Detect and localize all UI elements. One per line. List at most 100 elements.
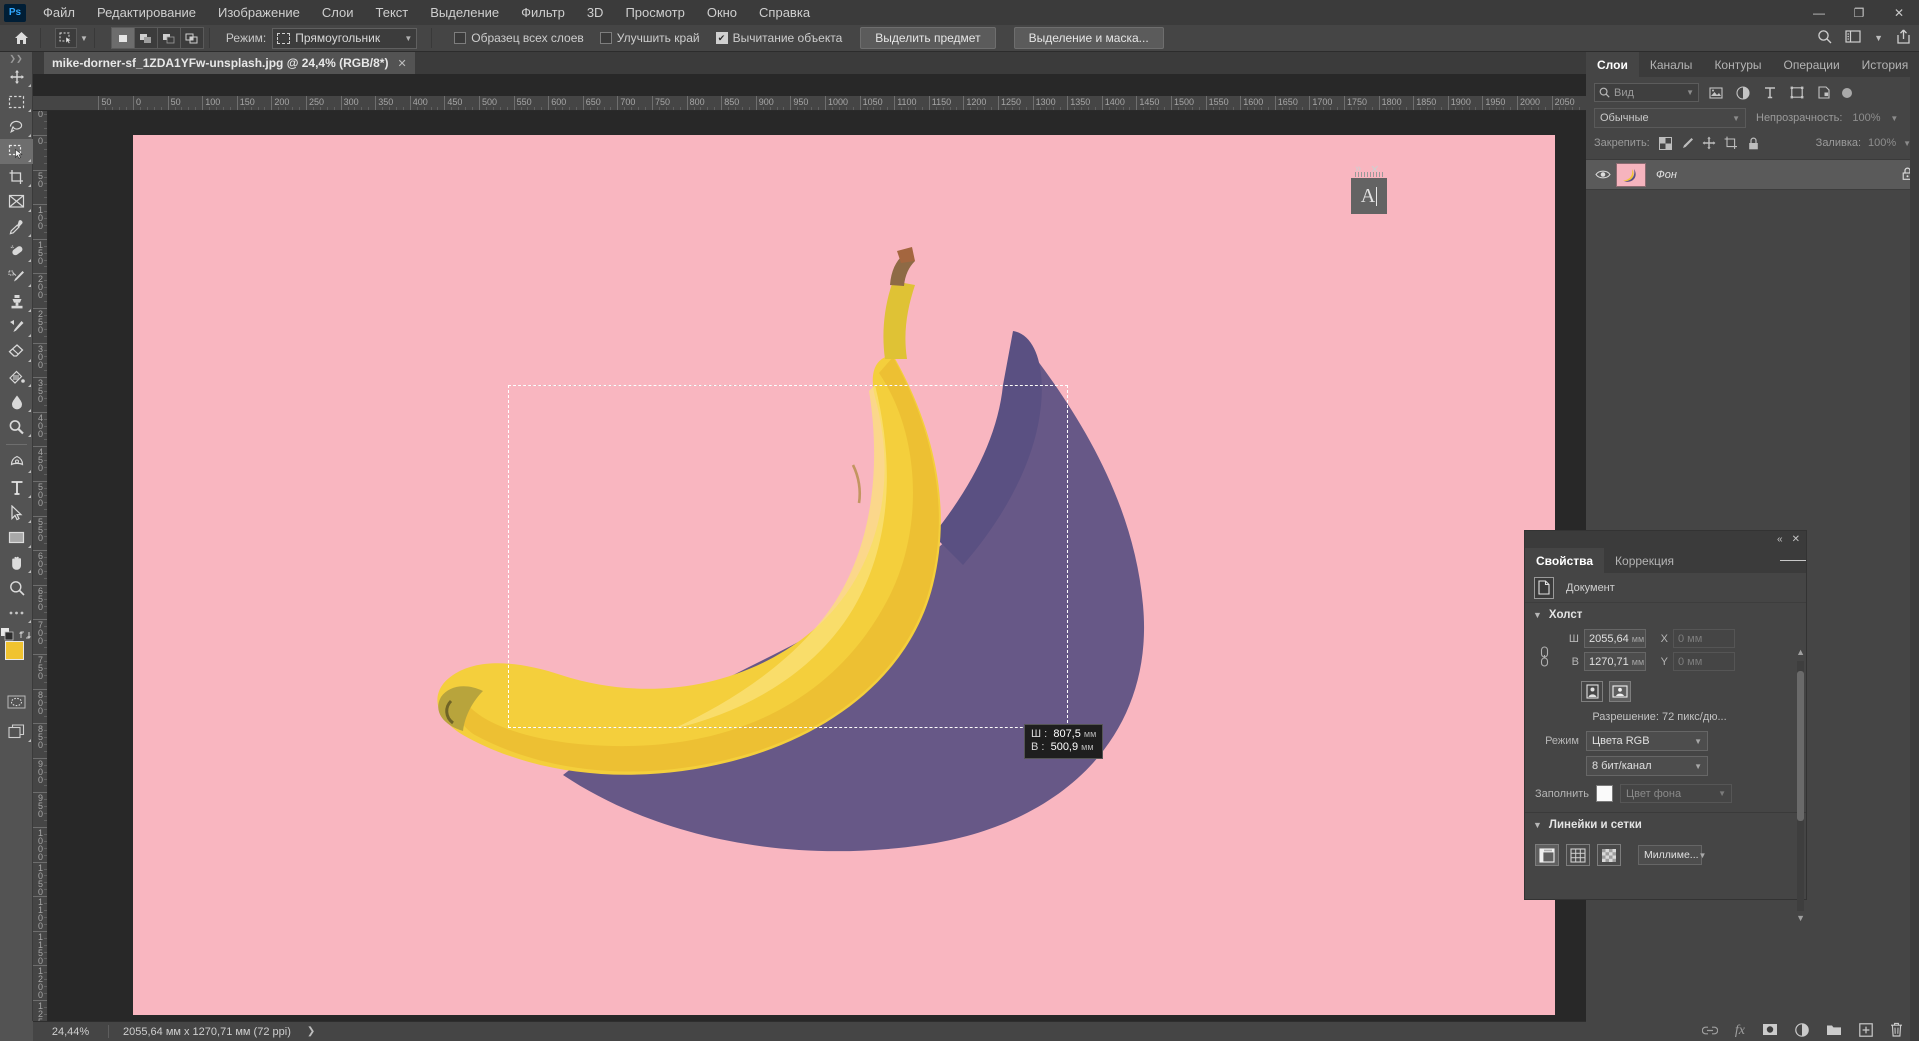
restore-button[interactable]: ❐	[1839, 0, 1879, 25]
object-subtract-checkbox[interactable]: ✔ Вычитание объекта	[715, 31, 842, 45]
tab-layers[interactable]: Слои	[1586, 52, 1639, 77]
refine-edge-checkbox[interactable]: Улучшить край	[599, 31, 700, 45]
transparency-grid-icon[interactable]	[1597, 844, 1621, 866]
horizontal-ruler[interactable]: 50 0 50 100 150 200 250 300 350 400 450 500 550 600 65…	[33, 96, 1586, 111]
move-tool[interactable]	[0, 64, 33, 89]
edit-toolbar-button[interactable]	[0, 600, 33, 625]
collapse-icon[interactable]: «	[1777, 534, 1783, 545]
properties-scrollbar[interactable]	[1797, 661, 1804, 911]
blur-tool[interactable]	[0, 389, 33, 414]
canvas-width-input[interactable]: 2055,64 мм	[1584, 629, 1646, 648]
delete-layer-icon[interactable]	[1890, 1022, 1903, 1040]
units-select[interactable]: Миллиме... ▼	[1638, 845, 1706, 865]
canvas-y-input[interactable]: 0 мм	[1673, 652, 1735, 671]
new-selection-button[interactable]	[110, 27, 135, 49]
close-button[interactable]: ✕	[1879, 0, 1919, 25]
minimize-button[interactable]: —	[1799, 0, 1839, 25]
clone-stamp-tool[interactable]	[0, 289, 33, 314]
history-brush-tool[interactable]	[0, 314, 33, 339]
floating-box-grip[interactable]	[1355, 172, 1383, 177]
tab-properties[interactable]: Свойства	[1525, 548, 1605, 573]
lock-all-icon[interactable]	[1744, 134, 1763, 152]
sample-all-layers-checkbox[interactable]: Образец всех слоев	[454, 31, 584, 45]
menu-layers[interactable]: Слои	[311, 0, 365, 25]
scroll-up-icon[interactable]: ▲	[1796, 647, 1805, 657]
select-and-mask-button[interactable]: Выделение и маска...	[1013, 27, 1164, 49]
canvas-height-input[interactable]: 1270,71 мм	[1584, 652, 1646, 671]
fill-color-swatch[interactable]	[1596, 785, 1613, 802]
intersect-selection-button[interactable]	[179, 27, 204, 49]
menu-view[interactable]: Просмотр	[614, 0, 695, 25]
new-group-icon[interactable]	[1826, 1023, 1842, 1039]
layer-style-icon[interactable]: fx	[1735, 1023, 1745, 1039]
shape-filter-icon[interactable]	[1786, 83, 1807, 102]
tab-adjustments[interactable]: Коррекция	[1604, 548, 1685, 573]
tab-history[interactable]: История	[1851, 52, 1919, 77]
layer-mask-icon[interactable]	[1762, 1023, 1778, 1039]
bit-depth-select[interactable]: 8 бит/канал ▼	[1586, 756, 1708, 776]
hand-tool[interactable]	[0, 550, 33, 575]
marquee-selection[interactable]	[508, 385, 1068, 728]
document-tab[interactable]: mike-dorner-sf_1ZDA1YFw-unsplash.jpg @ 2…	[44, 52, 416, 74]
healing-brush-tool[interactable]	[0, 239, 33, 264]
adjustment-layer-icon[interactable]	[1795, 1022, 1809, 1040]
menu-edit[interactable]: Редактирование	[86, 0, 207, 25]
path-selection-tool[interactable]	[0, 500, 33, 525]
zoom-level[interactable]: 24,44%	[33, 1026, 108, 1038]
link-dimensions-icon[interactable]	[1539, 645, 1550, 670]
add-to-selection-button[interactable]	[133, 27, 158, 49]
adjustment-filter-icon[interactable]	[1732, 83, 1753, 102]
frame-tool[interactable]	[0, 189, 33, 214]
object-selection-tool[interactable]	[0, 139, 33, 164]
menu-3d[interactable]: 3D	[576, 0, 615, 25]
menu-selection[interactable]: Выделение	[419, 0, 510, 25]
canvas-section-header[interactable]: ▼ Холст	[1525, 603, 1806, 627]
smartobject-filter-icon[interactable]	[1813, 83, 1834, 102]
mode-select[interactable]: Прямоугольник ▼	[272, 27, 418, 49]
pen-tool[interactable]	[0, 450, 33, 475]
close-icon[interactable]: ✕	[397, 57, 406, 70]
vertical-ruler[interactable]: 5005010015020025030035040045050055060065…	[33, 111, 48, 1021]
brush-tool[interactable]	[0, 264, 33, 289]
new-layer-icon[interactable]	[1859, 1022, 1873, 1040]
foreground-color-swatch[interactable]	[5, 641, 24, 660]
scrollbar-thumb[interactable]	[1797, 671, 1804, 821]
menu-text[interactable]: Текст	[365, 0, 420, 25]
tab-actions[interactable]: Операции	[1773, 52, 1851, 77]
canvas-x-input[interactable]: 0 мм	[1673, 629, 1735, 648]
menu-help[interactable]: Справка	[748, 0, 821, 25]
menu-filter[interactable]: Фильтр	[510, 0, 576, 25]
link-layers-icon[interactable]	[1701, 1024, 1719, 1038]
canvas-viewport[interactable]	[48, 111, 1586, 1021]
screen-mode-button[interactable]	[0, 719, 33, 744]
gradient-tool[interactable]	[0, 364, 33, 389]
workspace-icon[interactable]	[1845, 30, 1861, 46]
lock-image-icon[interactable]	[1678, 134, 1697, 152]
filter-toggle-switch[interactable]	[1840, 83, 1852, 102]
rulers-section-header[interactable]: ▼ Линейки и сетки	[1525, 813, 1806, 837]
blend-mode-select[interactable]: Обычные ▼	[1594, 108, 1746, 128]
lock-artboard-icon[interactable]	[1722, 134, 1741, 152]
pixel-filter-icon[interactable]	[1705, 83, 1726, 102]
opacity-value[interactable]: 100%	[1848, 109, 1884, 127]
panel-menu-icon[interactable]	[1780, 548, 1807, 573]
table-row[interactable]: Фон	[1586, 160, 1919, 190]
subtract-from-selection-button[interactable]	[156, 27, 181, 49]
menu-window[interactable]: Окно	[696, 0, 748, 25]
status-expand-icon[interactable]: ❯	[307, 1026, 315, 1037]
share-icon[interactable]	[1896, 29, 1911, 47]
layer-visibility-icon[interactable]	[1592, 169, 1614, 180]
type-tool[interactable]	[0, 475, 33, 500]
eyedropper-tool[interactable]	[0, 214, 33, 239]
crop-tool[interactable]	[0, 164, 33, 189]
chevron-down-icon[interactable]: ▼	[1874, 33, 1883, 43]
quick-mask-button[interactable]	[0, 689, 33, 714]
landscape-orientation-button[interactable]	[1609, 681, 1631, 702]
search-icon[interactable]	[1817, 29, 1832, 47]
image-canvas[interactable]	[133, 135, 1555, 1015]
lasso-tool[interactable]	[0, 114, 33, 139]
chevron-down-icon[interactable]: ▼	[1890, 114, 1898, 123]
rectangle-tool[interactable]	[0, 525, 33, 550]
menu-file[interactable]: Файл	[32, 0, 86, 25]
color-mode-select[interactable]: Цвета RGB ▼	[1586, 731, 1708, 751]
